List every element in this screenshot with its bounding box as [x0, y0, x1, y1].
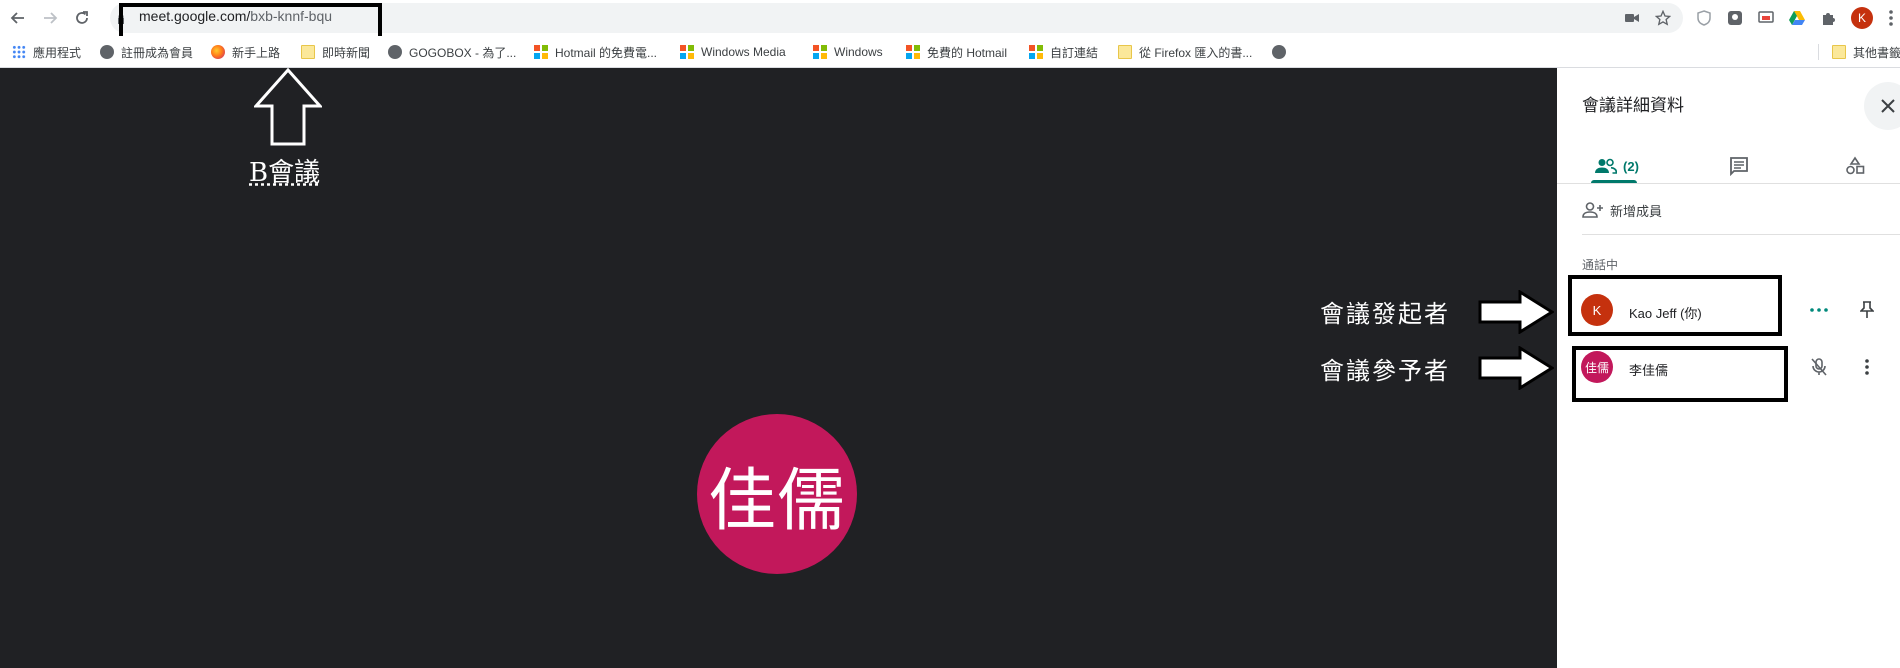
windows-icon — [680, 45, 694, 59]
extension-icon[interactable] — [1725, 8, 1745, 28]
people-icon — [1595, 158, 1618, 174]
bookmark-label: 註冊成為會員 — [121, 45, 194, 60]
right-arrow-organizer — [1478, 290, 1554, 334]
participant-highlight-box — [1572, 346, 1788, 402]
folder-icon — [301, 45, 315, 59]
folder-icon — [1118, 45, 1132, 59]
apps-icon — [12, 45, 26, 59]
meeting-details-panel: 會議詳細資料 (2) 新增成員 通話中 K Kao Jeff (你) 佳儒 李佳… — [1557, 68, 1900, 668]
back-icon[interactable] — [6, 6, 30, 30]
reload-icon[interactable] — [70, 6, 94, 30]
more-options-icon[interactable] — [1807, 298, 1831, 322]
right-arrow-participant — [1478, 346, 1554, 390]
bookmarks-bar: 應用程式 註冊成為會員 新手上路 即時新聞 GOGOBOX - 為了... Ho… — [0, 36, 1900, 68]
bookmark-register[interactable]: 註冊成為會員 — [100, 43, 193, 61]
bookmark-separator — [1818, 44, 1819, 60]
bookmark-windows[interactable]: Windows — [813, 43, 883, 61]
bookmark-label: 其他書籤 — [1853, 45, 1900, 60]
puzzle-icon[interactable] — [1819, 8, 1839, 28]
panel-title: 會議詳細資料 — [1582, 96, 1684, 115]
bookmark-label: GOGOBOX - 為了... — [409, 45, 517, 60]
tab-activities[interactable] — [1835, 146, 1875, 186]
bookmark-label: Windows — [834, 45, 883, 59]
bookmark-label: 從 Firefox 匯入的書... — [1139, 45, 1253, 60]
bookmark-label: Hotmail 的免費電... — [555, 45, 658, 60]
browser-toolbar: meet.google.com/bxb-knnf-bqu K — [0, 0, 1900, 44]
cast-icon[interactable] — [1756, 8, 1776, 28]
bookmark-label: 免費的 Hotmail — [927, 45, 1008, 60]
shield-icon[interactable] — [1694, 8, 1714, 28]
chat-icon — [1730, 157, 1748, 176]
bookmark-label: 自訂連結 — [1050, 45, 1099, 60]
bookmark-other[interactable]: 其他書籤 — [1832, 43, 1900, 61]
bookmark-label: Windows Media — [701, 45, 786, 59]
add-member-button[interactable]: 新增成員 — [1582, 198, 1662, 222]
windows-icon — [534, 45, 548, 59]
forward-icon[interactable] — [38, 6, 62, 30]
bookmark-hotmail-free[interactable]: Hotmail 的免費電... — [534, 43, 657, 61]
bookmark-custom-links[interactable]: 自訂連結 — [1029, 43, 1098, 61]
globe-icon — [388, 45, 402, 59]
windows-icon — [1029, 45, 1043, 59]
firefox-icon — [211, 45, 225, 59]
shapes-icon — [1846, 156, 1865, 175]
bookmark-label: 新手上路 — [232, 45, 281, 60]
annotation-participant: 會議參予者 — [1320, 357, 1450, 385]
bookmark-firefox-import[interactable]: 從 Firefox 匯入的書... — [1118, 43, 1252, 61]
mic-off-icon[interactable] — [1807, 355, 1831, 379]
pin-icon[interactable] — [1855, 298, 1879, 322]
close-icon[interactable] — [1864, 82, 1900, 130]
add-member-label: 新增成員 — [1610, 203, 1663, 219]
bookmark-free-hotmail[interactable]: 免費的 Hotmail — [906, 43, 1007, 61]
bookmark-label: 應用程式 — [33, 45, 82, 60]
section-divider — [1582, 234, 1900, 235]
globe-icon — [100, 45, 114, 59]
bookmark-news[interactable]: 即時新聞 — [301, 43, 370, 61]
star-icon[interactable] — [1653, 8, 1673, 28]
presenter-avatar: 佳儒 — [697, 414, 857, 574]
bookmark-unnamed[interactable] — [1272, 43, 1286, 61]
camera-icon[interactable] — [1622, 8, 1642, 28]
people-count: (2) — [1623, 158, 1639, 174]
bookmark-apps[interactable]: 應用程式 — [12, 43, 81, 61]
annotation-meeting-b: B會議 — [249, 158, 321, 188]
profile-avatar[interactable]: K — [1851, 7, 1873, 29]
tab-divider — [1557, 183, 1900, 184]
bookmark-windows-media[interactable]: Windows Media — [680, 43, 786, 61]
globe-icon — [1272, 45, 1286, 59]
annotation-organizer: 會議發起者 — [1320, 300, 1450, 328]
add-person-icon — [1582, 202, 1603, 218]
in-call-label: 通話中 — [1582, 258, 1619, 272]
bookmark-getting-started[interactable]: 新手上路 — [211, 43, 280, 61]
organizer-highlight-box — [1568, 275, 1782, 336]
bookmark-gogobox[interactable]: GOGOBOX - 為了... — [388, 43, 516, 61]
folder-icon — [1832, 45, 1846, 59]
more-vert-icon[interactable] — [1855, 355, 1879, 379]
windows-icon — [906, 45, 920, 59]
google-drive-icon[interactable] — [1787, 8, 1807, 28]
windows-icon — [813, 45, 827, 59]
bookmark-label: 即時新聞 — [322, 45, 371, 60]
up-arrow-annotation — [254, 68, 322, 146]
tab-chat[interactable] — [1719, 146, 1759, 186]
menu-icon[interactable] — [1885, 8, 1897, 28]
